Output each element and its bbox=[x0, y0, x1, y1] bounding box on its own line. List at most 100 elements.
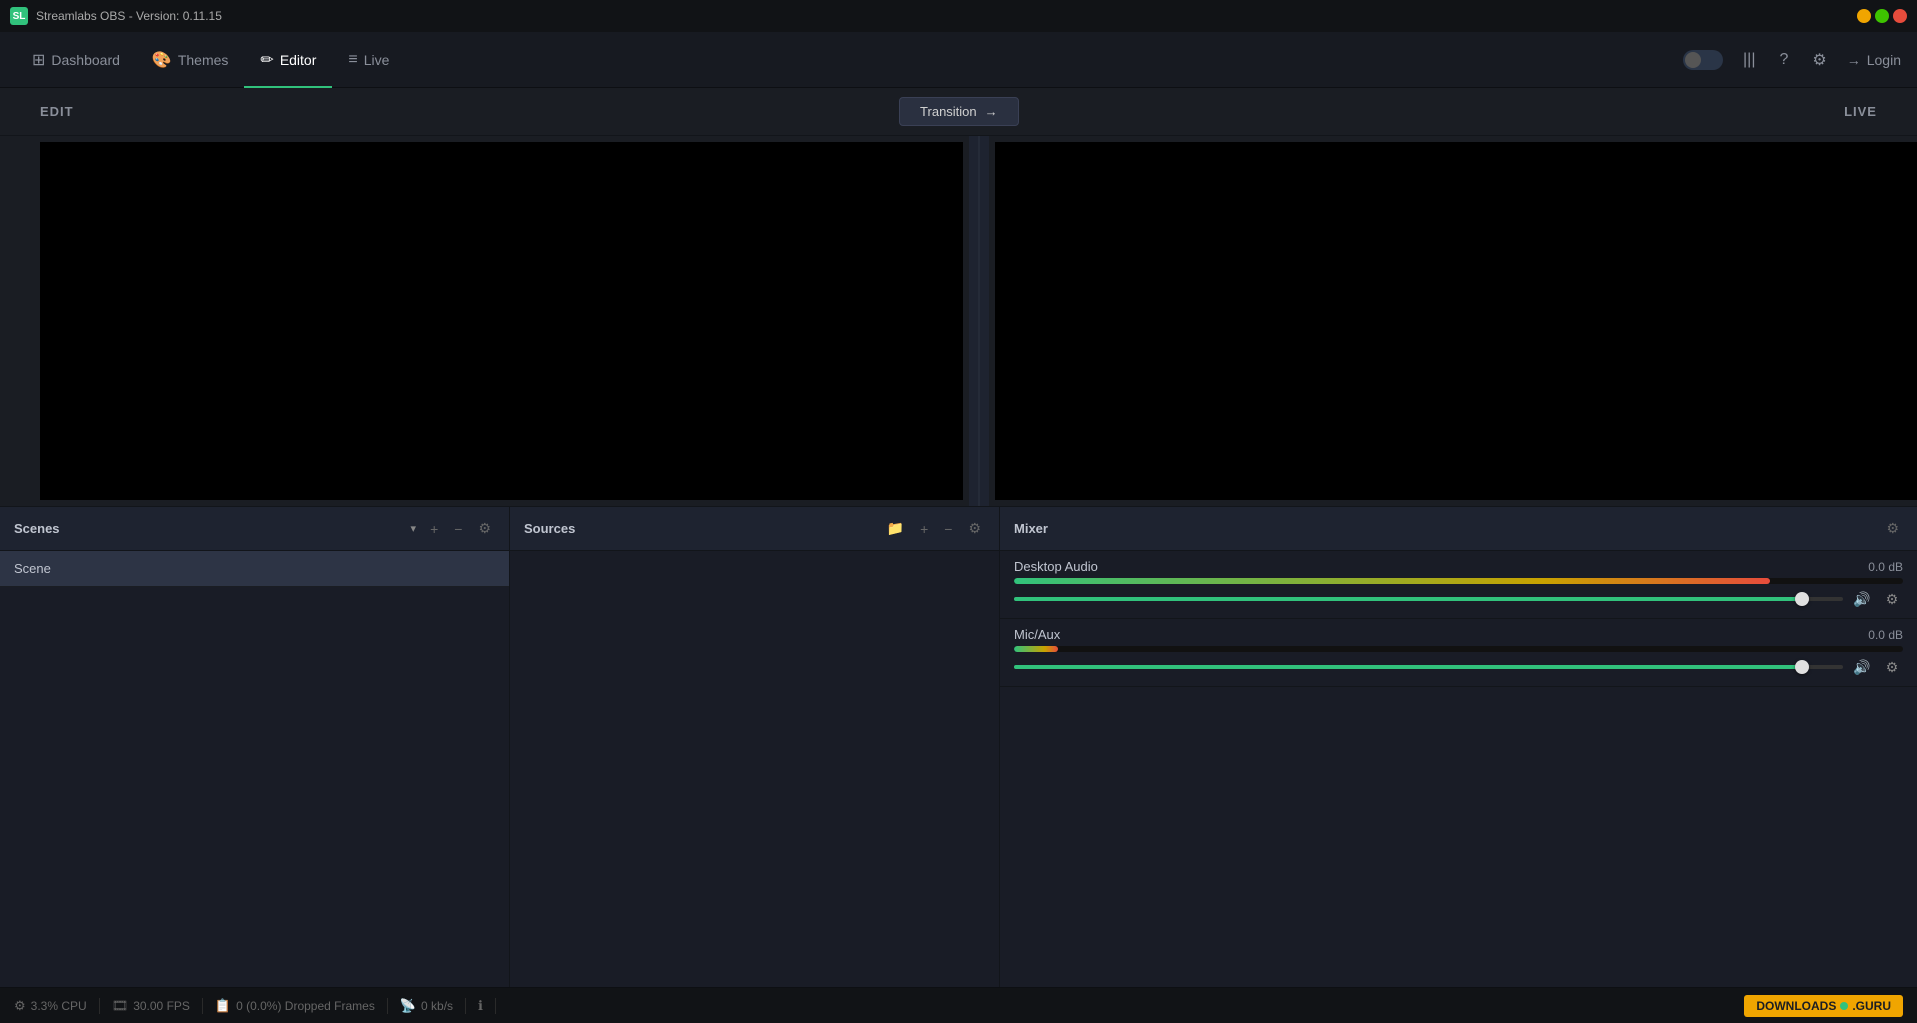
divider-line bbox=[978, 136, 980, 506]
desktop-audio-label: Desktop Audio bbox=[1014, 559, 1098, 574]
editor-topbar: EDIT Transition → LIVE bbox=[0, 88, 1917, 136]
scenes-title: Scenes bbox=[14, 521, 401, 536]
live-label: LIVE bbox=[1844, 104, 1877, 119]
bottom-panels: Scenes ▾ + − ⚙ Scene Sources 📁 + − ⚙ Mix… bbox=[0, 506, 1917, 987]
editor-icon: ✏ bbox=[260, 50, 273, 70]
edit-preview bbox=[40, 142, 963, 500]
statusbar: ⚙ 3.3% CPU 🎞 30.00 FPS 📋 0 (0.0%) Droppe… bbox=[0, 987, 1917, 1023]
sources-settings-button[interactable]: ⚙ bbox=[964, 518, 985, 539]
sources-list bbox=[510, 551, 999, 987]
mixer-settings-button[interactable]: ⚙ bbox=[1882, 518, 1903, 539]
app-icon: SL bbox=[10, 7, 28, 25]
transition-label: Transition bbox=[920, 104, 977, 119]
preview-area bbox=[0, 136, 1917, 506]
settings-icon[interactable]: ⚙ bbox=[1808, 46, 1830, 74]
scenes-header: Scenes ▾ + − ⚙ bbox=[0, 507, 509, 551]
downloads-badge[interactable]: DOWNLOADS .GURU bbox=[1744, 995, 1903, 1017]
scenes-list: Scene bbox=[0, 551, 509, 987]
bandwidth-icon: 📡 bbox=[400, 998, 416, 1014]
close-button[interactable]: × bbox=[1893, 9, 1907, 23]
cpu-label: 3.3% CPU bbox=[31, 999, 87, 1013]
desktop-meter-bar bbox=[1014, 578, 1903, 584]
desktop-mute-button[interactable]: 🔊 bbox=[1851, 588, 1873, 610]
desktop-meter-fill bbox=[1014, 578, 1770, 584]
mic-aux-label: Mic/Aux bbox=[1014, 627, 1060, 642]
mixer-channel-desktop: Desktop Audio 0.0 dB 🔊 ⚙ bbox=[1000, 551, 1917, 619]
sources-panel: Sources 📁 + − ⚙ bbox=[510, 507, 1000, 987]
desktop-fader[interactable] bbox=[1014, 597, 1843, 601]
desktop-fader-fill bbox=[1014, 597, 1802, 601]
mic-meter-bar bbox=[1014, 646, 1903, 652]
mixer-title: Mixer bbox=[1014, 521, 1874, 536]
preview-divider bbox=[969, 136, 989, 506]
fps-icon: 🎞 bbox=[112, 998, 129, 1014]
live-icon: ≡ bbox=[348, 51, 357, 69]
mic-fader[interactable] bbox=[1014, 665, 1843, 669]
desktop-audio-db: 0.0 dB bbox=[1868, 560, 1903, 574]
frames-label: 0 (0.0%) Dropped Frames bbox=[236, 999, 375, 1013]
transition-button[interactable]: Transition → bbox=[899, 97, 1019, 126]
mic-channel-header: Mic/Aux 0.0 dB bbox=[1014, 627, 1903, 642]
info-icon: ℹ bbox=[478, 998, 483, 1014]
cpu-status: ⚙ 3.3% CPU bbox=[14, 998, 100, 1014]
help-icon[interactable]: ? bbox=[1775, 47, 1792, 73]
topnav: ⊞ Dashboard 🎨 Themes ✏ Editor ≡ Live |||… bbox=[0, 32, 1917, 88]
sources-remove-button[interactable]: − bbox=[940, 519, 956, 539]
mixer-channel-mic: Mic/Aux 0.0 dB 🔊 ⚙ bbox=[1000, 619, 1917, 687]
nav-item-live[interactable]: ≡ Live bbox=[332, 32, 405, 88]
dashboard-icon: ⊞ bbox=[32, 50, 45, 70]
transition-arrow-icon: → bbox=[985, 104, 998, 119]
app-title: Streamlabs OBS - Version: 0.11.15 bbox=[36, 9, 1849, 23]
mic-fader-knob[interactable] bbox=[1795, 660, 1809, 674]
login-button[interactable]: → Login bbox=[1847, 52, 1901, 68]
scenes-panel: Scenes ▾ + − ⚙ Scene bbox=[0, 507, 510, 987]
mic-mute-button[interactable]: 🔊 bbox=[1851, 656, 1873, 678]
mixer-panel: Mixer ⚙ Desktop Audio 0.0 dB 🔊 bbox=[1000, 507, 1917, 987]
minimize-button[interactable]: − bbox=[1857, 9, 1871, 23]
live-preview bbox=[995, 142, 1917, 500]
frames-status: 📋 0 (0.0%) Dropped Frames bbox=[203, 998, 388, 1014]
scenes-settings-button[interactable]: ⚙ bbox=[474, 518, 495, 539]
mixer-header: Mixer ⚙ bbox=[1000, 507, 1917, 551]
fps-status: 🎞 30.00 FPS bbox=[100, 998, 203, 1014]
theme-toggle[interactable] bbox=[1683, 50, 1723, 70]
mic-meter-fill bbox=[1014, 646, 1058, 652]
bandwidth-label: 0 kb/s bbox=[421, 999, 453, 1013]
themes-icon: 🎨 bbox=[152, 50, 172, 70]
titlebar: SL Streamlabs OBS - Version: 0.11.15 − □… bbox=[0, 0, 1917, 32]
desktop-mixer-controls: 🔊 ⚙ bbox=[1014, 588, 1903, 610]
nav-item-editor[interactable]: ✏ Editor bbox=[244, 32, 332, 88]
login-label: Login bbox=[1867, 52, 1901, 68]
downloads-dot bbox=[1840, 1002, 1848, 1010]
downloads-guru-label: .GURU bbox=[1852, 999, 1891, 1013]
nav-right: ||| ? ⚙ → Login bbox=[1683, 46, 1901, 74]
bars-icon[interactable]: ||| bbox=[1739, 47, 1759, 73]
scenes-remove-button[interactable]: − bbox=[450, 519, 466, 539]
mic-settings-button[interactable]: ⚙ bbox=[1881, 656, 1903, 678]
desktop-fader-knob[interactable] bbox=[1795, 592, 1809, 606]
mic-aux-db: 0.0 dB bbox=[1868, 628, 1903, 642]
downloads-label: DOWNLOADS bbox=[1756, 999, 1836, 1013]
nav-label-live: Live bbox=[364, 52, 390, 68]
nav-label-dashboard: Dashboard bbox=[51, 52, 120, 68]
cpu-icon: ⚙ bbox=[14, 998, 26, 1014]
desktop-settings-button[interactable]: ⚙ bbox=[1881, 588, 1903, 610]
maximize-button[interactable]: □ bbox=[1875, 9, 1889, 23]
nav-item-themes[interactable]: 🎨 Themes bbox=[136, 32, 245, 88]
desktop-channel-header: Desktop Audio 0.0 dB bbox=[1014, 559, 1903, 574]
window-controls: − □ × bbox=[1857, 9, 1907, 23]
bandwidth-status: 📡 0 kb/s bbox=[388, 998, 466, 1014]
sources-add-button[interactable]: + bbox=[916, 519, 932, 539]
edit-label: EDIT bbox=[40, 104, 74, 119]
frames-icon: 📋 bbox=[215, 998, 231, 1014]
nav-item-dashboard[interactable]: ⊞ Dashboard bbox=[16, 32, 136, 88]
scenes-dropdown-button[interactable]: ▾ bbox=[409, 520, 419, 537]
scene-item[interactable]: Scene bbox=[0, 551, 509, 587]
nav-label-themes: Themes bbox=[178, 52, 229, 68]
mixer-channels: Desktop Audio 0.0 dB 🔊 ⚙ bbox=[1000, 551, 1917, 987]
mic-mixer-controls: 🔊 ⚙ bbox=[1014, 656, 1903, 678]
sources-folder-button[interactable]: 📁 bbox=[883, 518, 908, 539]
scenes-add-button[interactable]: + bbox=[426, 519, 442, 539]
info-status[interactable]: ℹ bbox=[466, 998, 496, 1014]
fps-label: 30.00 FPS bbox=[133, 999, 190, 1013]
